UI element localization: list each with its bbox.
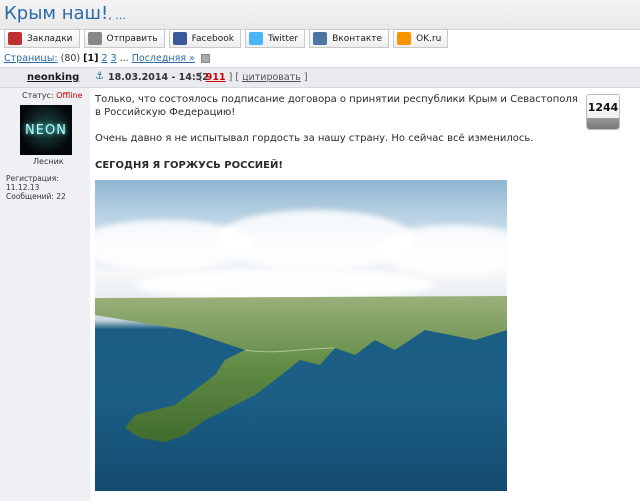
share-button-ok-ru[interactable]: OK.ru	[393, 29, 449, 48]
page-2-link[interactable]: 2	[101, 53, 107, 64]
crimea-photo	[95, 180, 507, 491]
author-stats: Регистрация: 11.12.13 Сообщений: 22	[6, 174, 90, 201]
bracket-close: ]	[303, 72, 308, 83]
author-sidebar: Статус: Offline NEON Лесник Регистрация:…	[0, 88, 90, 501]
mail-icon	[87, 32, 102, 45]
post-text-1: Только, что состоялось подписание догово…	[95, 94, 578, 118]
page-current: [1]	[83, 53, 99, 64]
bookmarks-icon	[8, 32, 22, 45]
share-button-вконтакте[interactable]: Вконтакте	[309, 29, 390, 48]
anchor-icon[interactable]: ⚓	[95, 71, 104, 82]
post-header: neonking ⚓ 18.03.2014 - 14:52 [ 911 ] [ …	[0, 67, 640, 88]
peninsula-shape	[95, 296, 507, 442]
share-button-отправить[interactable]: Отправить	[83, 29, 165, 48]
bracket-open: [	[199, 72, 203, 83]
odnoklassniki-icon	[397, 32, 412, 45]
bracket-mid: ] [	[228, 72, 240, 83]
pages-total: (80)	[60, 53, 81, 64]
quote-link[interactable]: цитировать	[242, 72, 301, 83]
pages-label[interactable]: Страницы:	[4, 53, 58, 64]
title-suffix: , ...	[108, 9, 126, 22]
share-button-facebook[interactable]: Facebook	[168, 29, 241, 48]
message-count: Сообщений: 22	[6, 192, 66, 201]
view-counter: 1244	[586, 94, 620, 130]
share-bar: Закладки Отправить Facebook Twitter Вконтакт…	[4, 29, 449, 49]
land-mass	[95, 296, 507, 442]
title-text: Крым наш!	[4, 3, 109, 24]
share-button-twitter[interactable]: Twitter	[244, 29, 306, 48]
status-value: Offline	[56, 91, 83, 100]
twitter-icon	[248, 32, 263, 45]
pagination: Страницы: (80) [1] 2 3 ... Последняя »	[4, 53, 210, 64]
post-text-2: Очень давно я не испытывал гордость за н…	[95, 133, 534, 144]
go-page-icon[interactable]	[200, 54, 210, 63]
post-number-link[interactable]: 911	[206, 72, 226, 83]
avatar-text: NEON	[25, 122, 67, 138]
post-body: Только, что состоялось подписание догово…	[95, 93, 585, 172]
last-page-link[interactable]: Последняя »	[132, 53, 195, 64]
avatar[interactable]: NEON	[20, 105, 72, 155]
author-rank: Лесник	[33, 157, 64, 166]
pages-ellipsis: ...	[119, 53, 129, 64]
share-label: Twitter	[267, 33, 299, 44]
status-line: Статус: Offline	[22, 91, 82, 100]
post-number-group: [ 911 ] [ цитировать ]	[199, 72, 308, 83]
page-title: Крым наш!, ...	[4, 3, 126, 24]
post-author[interactable]: neonking	[27, 72, 79, 83]
share-label: Вконтакте	[332, 33, 383, 44]
share-label: Отправить	[106, 33, 158, 44]
vkontakte-icon	[313, 32, 328, 45]
share-button-закладки[interactable]: Закладки	[4, 29, 80, 48]
registration-date: Регистрация: 11.12.13	[6, 174, 59, 192]
post-date: 18.03.2014 - 14:52	[108, 72, 209, 83]
page-3-link[interactable]: 3	[111, 53, 117, 64]
share-label: OK.ru	[416, 33, 442, 44]
share-label: Закладки	[27, 33, 73, 44]
share-label: Facebook	[191, 33, 234, 44]
facebook-icon	[172, 32, 187, 45]
counter-value: 1244	[587, 101, 619, 114]
counter-bar	[587, 118, 619, 129]
post-text-3: СЕГОДНЯ Я ГОРЖУСЬ РОССИЕЙ!	[95, 160, 283, 171]
status-label: Статус:	[22, 91, 54, 100]
